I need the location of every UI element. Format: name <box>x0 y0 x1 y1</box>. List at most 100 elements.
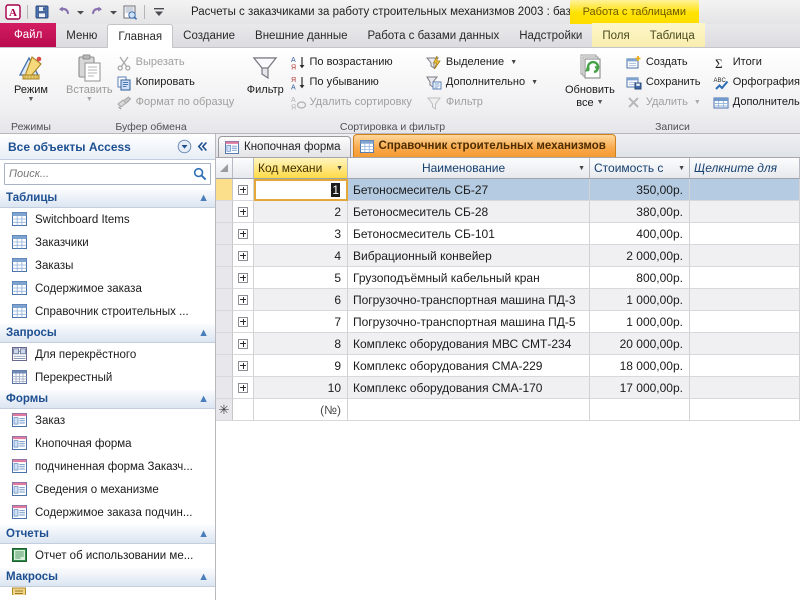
cell-name[interactable]: Вибрационный конвейер <box>348 245 590 267</box>
new-record-cell-add-field[interactable] <box>690 399 800 421</box>
tab-file[interactable]: Файл <box>0 23 57 47</box>
access-logo-icon[interactable]: A <box>3 2 23 22</box>
new-record-cell-code[interactable]: (№) <box>254 399 348 421</box>
cell-cost[interactable]: 400,00р. <box>590 223 690 245</box>
search-icon[interactable] <box>190 167 210 181</box>
cell-cost[interactable]: 1 000,00р. <box>590 311 690 333</box>
copy-button[interactable]: Копировать <box>113 73 238 92</box>
sort-descending-button[interactable]: ЯА По убыванию <box>287 73 415 92</box>
paste-button[interactable]: Вставить ▼ <box>66 51 113 103</box>
cell-name[interactable]: Погрузочно-транспортная машина ПД-5 <box>348 311 590 333</box>
undo-icon[interactable] <box>54 2 74 22</box>
nav-item-table-zakazchiki[interactable]: Заказчики <box>0 231 215 254</box>
table-row[interactable]: 6 Погрузочно-транспортная машина ПД-3 1 … <box>216 289 800 311</box>
table-row[interactable]: 7 Погрузочно-транспортная машина ПД-5 1 … <box>216 311 800 333</box>
nav-item-table-soderzhimoe-zakaza[interactable]: Содержимое заказа <box>0 277 215 300</box>
nav-item-form-podchinennaya[interactable]: подчиненная форма Заказч... <box>0 455 215 478</box>
nav-item-report-ispolzovanie[interactable]: Отчет об использовании ме... <box>0 544 215 567</box>
nav-group-forms[interactable]: Формы ▲ <box>0 389 215 409</box>
cell-code[interactable]: 9 <box>254 355 348 377</box>
cell-code[interactable]: 6 <box>254 289 348 311</box>
nav-item-macro-partial[interactable] <box>0 587 215 595</box>
row-expand-button[interactable] <box>233 311 254 333</box>
chevron-down-icon[interactable]: ▼ <box>575 165 585 172</box>
tab-create[interactable]: Создание <box>173 25 245 47</box>
totals-button[interactable]: Σ Итоги <box>710 53 800 72</box>
row-expand-button[interactable] <box>233 245 254 267</box>
column-header-add-field[interactable]: Щелкните для <box>690 158 800 179</box>
advanced-filter-button[interactable]: Дополнительно ▼ <box>423 73 541 92</box>
tab-fields[interactable]: Поля <box>592 25 639 47</box>
cell-add-field[interactable] <box>690 355 800 377</box>
save-record-button[interactable]: Сохранить <box>623 73 704 92</box>
table-row[interactable]: 8 Комплекс оборудования МВС СМТ-234 20 0… <box>216 333 800 355</box>
view-dropdown-arrow-icon[interactable]: ▼ <box>28 96 35 103</box>
navigation-pane-menu-icon[interactable] <box>175 138 193 156</box>
cell-add-field[interactable] <box>690 201 800 223</box>
print-preview-icon[interactable] <box>120 2 140 22</box>
row-expand-button[interactable] <box>233 223 254 245</box>
tab-menu[interactable]: Меню <box>56 25 107 47</box>
table-row[interactable]: 1 Бетоносмеситель СБ-27 350,00р. <box>216 179 800 201</box>
row-selector[interactable] <box>216 201 233 223</box>
nav-item-form-zakaz[interactable]: Заказ <box>0 409 215 432</box>
redo-icon[interactable] <box>87 2 107 22</box>
document-tab-knopochnaya-forma[interactable]: Кнопочная форма <box>218 136 351 157</box>
row-selector[interactable] <box>216 223 233 245</box>
navigation-pane-collapse-icon[interactable] <box>193 138 211 156</box>
cell-cost[interactable]: 17 000,00р. <box>590 377 690 399</box>
chevron-down-icon[interactable]: ▼ <box>333 165 343 172</box>
nav-item-form-soderzhimoe-podchin[interactable]: Содержимое заказа подчин... <box>0 501 215 524</box>
customize-qat-icon[interactable] <box>149 2 169 22</box>
refresh-all-button[interactable]: Обновить все ▼ <box>565 51 615 109</box>
cell-add-field[interactable] <box>690 223 800 245</box>
row-expand-button[interactable] <box>233 333 254 355</box>
row-selector[interactable] <box>216 311 233 333</box>
new-record-cell-name[interactable] <box>348 399 590 421</box>
filter-button[interactable]: Фильтр <box>244 51 287 96</box>
table-row[interactable]: 3 Бетоносмеситель СБ-101 400,00р. <box>216 223 800 245</box>
cell-name[interactable]: Бетоносмеситель СБ-101 <box>348 223 590 245</box>
cell-code[interactable]: 3 <box>254 223 348 245</box>
cell-add-field[interactable] <box>690 267 800 289</box>
cell-code[interactable]: 10 <box>254 377 348 399</box>
document-tab-spravochnik[interactable]: Справочник строительных механизмов <box>352 134 616 157</box>
delete-dropdown-arrow-icon[interactable]: ▼ <box>692 99 701 106</box>
cell-add-field[interactable] <box>690 377 800 399</box>
spelling-button[interactable]: ABC Орфография <box>710 73 800 92</box>
cell-code[interactable]: 4 <box>254 245 348 267</box>
row-selector[interactable] <box>216 377 233 399</box>
chevron-up-icon[interactable]: ▲ <box>198 393 209 405</box>
save-icon[interactable] <box>32 2 52 22</box>
cell-name[interactable]: Комплекс оборудования СМА-229 <box>348 355 590 377</box>
cell-add-field[interactable] <box>690 245 800 267</box>
cell-cost[interactable]: 1 000,00р. <box>590 289 690 311</box>
nav-item-table-zakazy[interactable]: Заказы <box>0 254 215 277</box>
row-expand-button[interactable] <box>233 179 254 201</box>
nav-group-reports[interactable]: Отчеты ▲ <box>0 524 215 544</box>
selection-filter-button[interactable]: Выделение ▼ <box>423 53 541 72</box>
chevron-up-icon[interactable]: ▲ <box>198 528 209 540</box>
new-record-cell-cost[interactable] <box>590 399 690 421</box>
tab-addins[interactable]: Надстройки <box>509 25 592 47</box>
new-record-selector[interactable]: ✳ <box>216 399 233 421</box>
tab-external-data[interactable]: Внешние данные <box>245 25 357 47</box>
cell-add-field[interactable] <box>690 311 800 333</box>
cell-cost[interactable]: 2 000,00р. <box>590 245 690 267</box>
format-painter-button[interactable]: Формат по образцу <box>113 93 238 112</box>
nav-item-table-spravochnik[interactable]: Справочник строительных ... <box>0 300 215 323</box>
row-expand-button[interactable] <box>233 355 254 377</box>
cell-cost[interactable]: 800,00р. <box>590 267 690 289</box>
chevron-up-icon[interactable]: ▲ <box>198 192 209 204</box>
nav-item-form-knopochnaya[interactable]: Кнопочная форма <box>0 432 215 455</box>
cell-cost[interactable]: 350,00р. <box>590 179 690 201</box>
cell-name[interactable]: Комплекс оборудования СМА-170 <box>348 377 590 399</box>
cell-cost[interactable]: 18 000,00р. <box>590 355 690 377</box>
cell-name[interactable]: Погрузочно-транспортная машина ПД-3 <box>348 289 590 311</box>
row-expand-button[interactable] <box>233 289 254 311</box>
cell-name[interactable]: Бетоносмеситель СБ-27 <box>348 179 590 201</box>
tab-table[interactable]: Таблица <box>640 25 705 47</box>
row-selector[interactable] <box>216 289 233 311</box>
cell-cost[interactable]: 380,00р. <box>590 201 690 223</box>
navigation-search-box[interactable] <box>4 163 211 185</box>
